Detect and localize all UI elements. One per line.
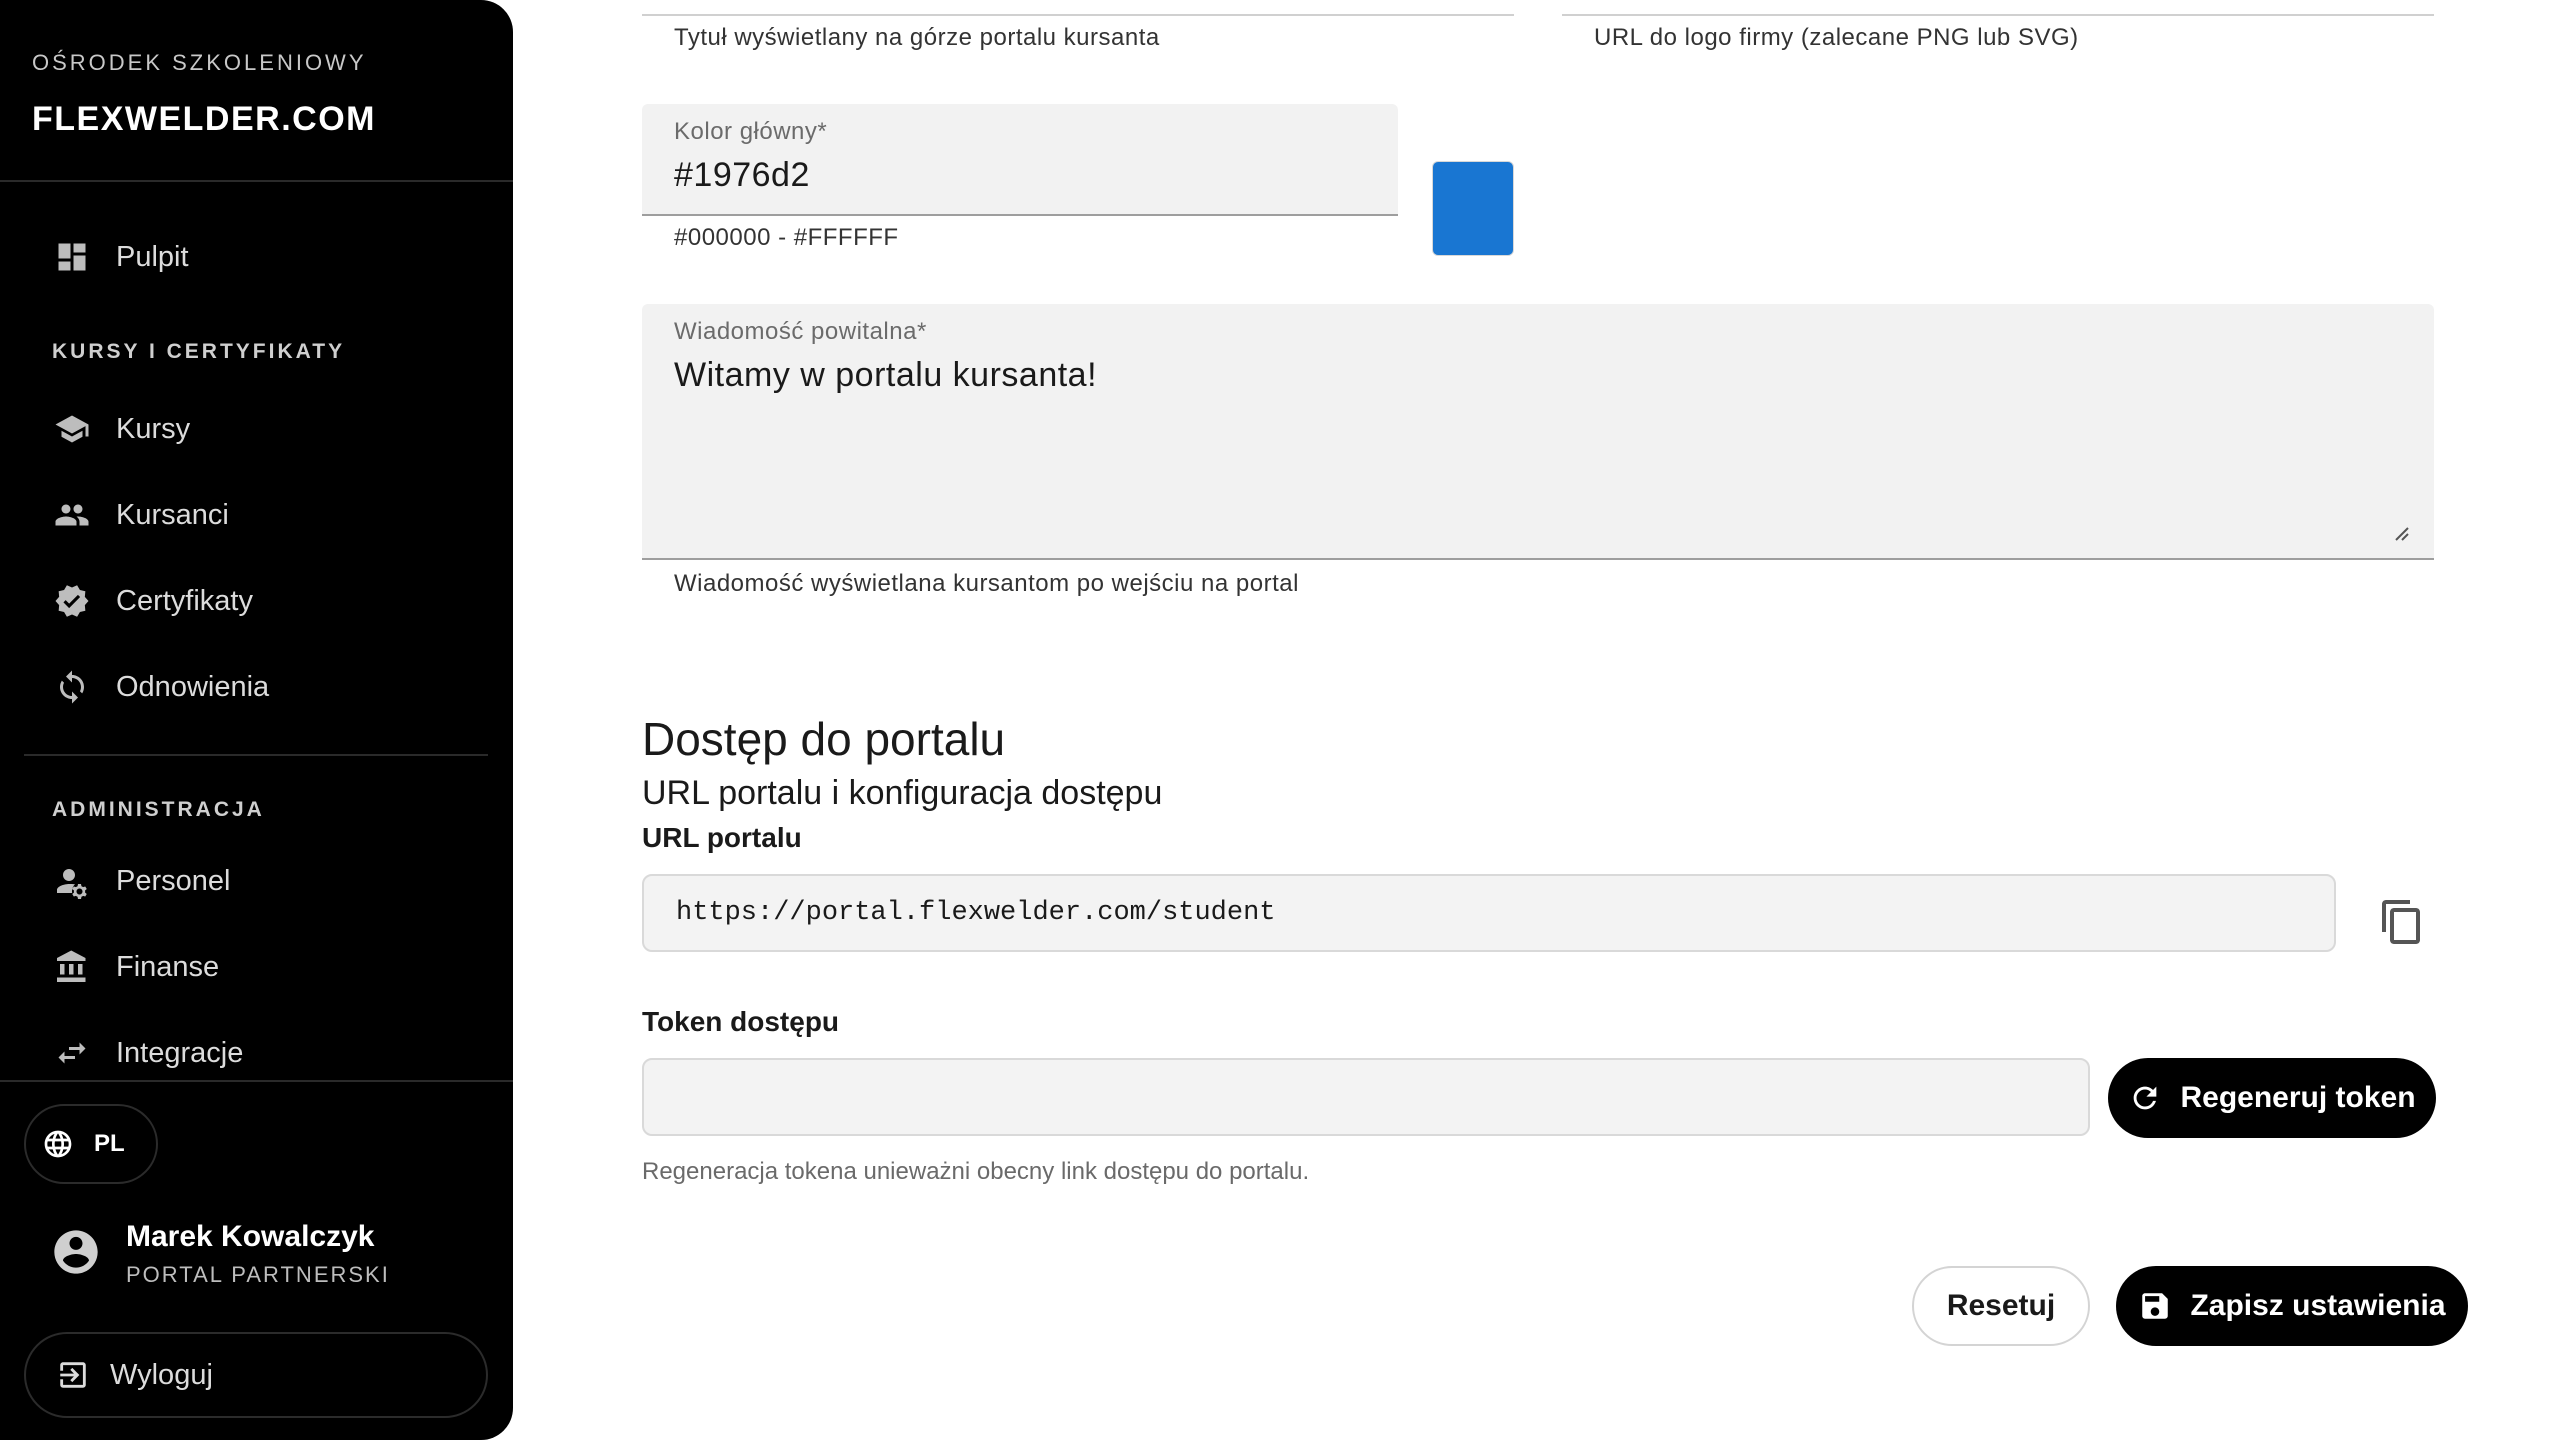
logout-icon — [60, 1362, 86, 1388]
sidebar-item-label: Certyfikaty — [116, 584, 253, 617]
color-picker-swatch[interactable] — [1432, 161, 1514, 256]
primary-color-label: Kolor główny* — [674, 118, 828, 145]
sidebar-item-finance[interactable]: Finanse — [52, 942, 219, 992]
regenerate-token-button[interactable]: Regeneruj token — [2108, 1058, 2436, 1138]
manage-accounts-icon — [52, 861, 92, 901]
section-subtitle: URL portalu i konfiguracja dostępu — [642, 774, 1163, 812]
section-title: Dostęp do portalu — [642, 713, 1006, 765]
regenerate-token-label: Regeneruj token — [2180, 1081, 2416, 1114]
primary-color-field[interactable]: Kolor główny* #1976d2 — [642, 104, 1398, 216]
reset-label: Resetuj — [1946, 1289, 2056, 1322]
reset-button[interactable]: Resetuj — [1912, 1266, 2090, 1346]
portal-url-value: https://portal.flexwelder.com/student — [676, 898, 1276, 928]
portal-title-field-underline[interactable] — [642, 14, 1514, 16]
sidebar-item-renewals[interactable]: Odnowienia — [52, 662, 269, 712]
portal-url-input[interactable]: https://portal.flexwelder.com/student — [642, 874, 2336, 952]
sidebar-divider — [0, 180, 513, 182]
globe-icon — [44, 1130, 72, 1158]
user-profile: Marek Kowalczyk PORTAL PARTNERSKI — [50, 1220, 390, 1288]
avatar — [50, 1226, 102, 1283]
welcome-message-field[interactable]: Wiadomość powitalna* Witamy w portalu ku… — [642, 304, 2434, 560]
sidebar-item-courses[interactable]: Kursy — [52, 404, 190, 454]
primary-color-value: #1976d2 — [674, 156, 810, 194]
school-icon — [52, 409, 92, 449]
brand: OŚRODEK SZKOLENIOWY FLEXWELDER.COM — [32, 50, 376, 139]
sidebar-divider — [0, 1080, 513, 1082]
access-token-input[interactable] — [642, 1058, 2090, 1136]
swap-arrows-icon — [52, 1033, 92, 1073]
sidebar-item-certificates[interactable]: Certyfikaty — [52, 576, 253, 626]
logout-label: Wyloguj — [110, 1358, 213, 1391]
sidebar-item-integrations[interactable]: Integracje — [52, 1028, 243, 1078]
sidebar: OŚRODEK SZKOLENIOWY FLEXWELDER.COM Pulpi… — [0, 0, 513, 1440]
sidebar-item-dashboard[interactable]: Pulpit — [52, 232, 189, 282]
account-circle-icon — [54, 1229, 98, 1274]
section-label-courses: KURSY I CERTYFIKATY — [52, 340, 346, 363]
save-icon — [2142, 1293, 2169, 1319]
logo-url-helper: URL do logo firmy (zalecane PNG lub SVG) — [1594, 24, 2079, 51]
language-switcher[interactable]: PL — [24, 1104, 158, 1184]
save-settings-button[interactable]: Zapisz ustawienia — [2116, 1266, 2468, 1346]
sidebar-item-label: Kursanci — [116, 498, 229, 531]
refresh-icon — [2134, 1086, 2157, 1110]
user-role: PORTAL PARTNERSKI — [126, 1262, 390, 1287]
sidebar-item-label: Integracje — [116, 1036, 244, 1069]
sidebar-item-label: Personel — [116, 864, 231, 897]
brand-logo-text[interactable]: FLEXWELDER.COM — [32, 100, 376, 139]
welcome-message-helper: Wiadomość wyświetlana kursantom po wejśc… — [674, 570, 1299, 597]
dashboard-icon — [52, 237, 92, 277]
bank-icon — [52, 947, 92, 987]
sidebar-item-label: Kursy — [116, 412, 191, 445]
portal-url-label: URL portalu — [642, 822, 802, 853]
sidebar-item-label: Pulpit — [116, 240, 189, 273]
sync-icon — [52, 667, 92, 707]
token-warning-note: Regeneracja tokena unieważni obecny link… — [642, 1158, 1310, 1185]
welcome-message-value: Witamy w portalu kursanta! — [674, 356, 1098, 394]
brand-subtitle: OŚRODEK SZKOLENIOWY — [32, 50, 367, 75]
sidebar-item-students[interactable]: Kursanci — [52, 490, 229, 540]
user-name: Marek Kowalczyk — [126, 1220, 375, 1253]
app-root: OŚRODEK SZKOLENIOWY FLEXWELDER.COM Pulpi… — [0, 0, 2560, 1440]
primary-color-helper: #000000 - #FFFFFF — [674, 224, 899, 251]
copy-url-button[interactable] — [2374, 894, 2430, 950]
portal-title-helper: Tytuł wyświetlany na górze portalu kursa… — [674, 24, 1160, 51]
section-label-admin: ADMINISTRACJA — [52, 798, 265, 821]
welcome-message-label: Wiadomość powitalna* — [674, 318, 927, 345]
resize-handle-icon[interactable] — [2390, 522, 2410, 542]
verified-badge-icon — [52, 581, 92, 621]
save-settings-label: Zapisz ustawienia — [2190, 1289, 2446, 1322]
sidebar-item-label: Odnowienia — [116, 670, 270, 703]
copy-icon — [2382, 900, 2420, 944]
sidebar-item-label: Finanse — [116, 950, 220, 983]
logo-url-field-underline[interactable] — [1562, 14, 2434, 16]
language-code: PL — [94, 1130, 125, 1157]
people-icon — [52, 495, 92, 535]
sidebar-item-staff[interactable]: Personel — [52, 856, 230, 906]
sidebar-divider — [24, 754, 488, 756]
logout-button[interactable]: Wyloguj — [24, 1332, 488, 1418]
access-token-label: Token dostępu — [642, 1006, 840, 1037]
